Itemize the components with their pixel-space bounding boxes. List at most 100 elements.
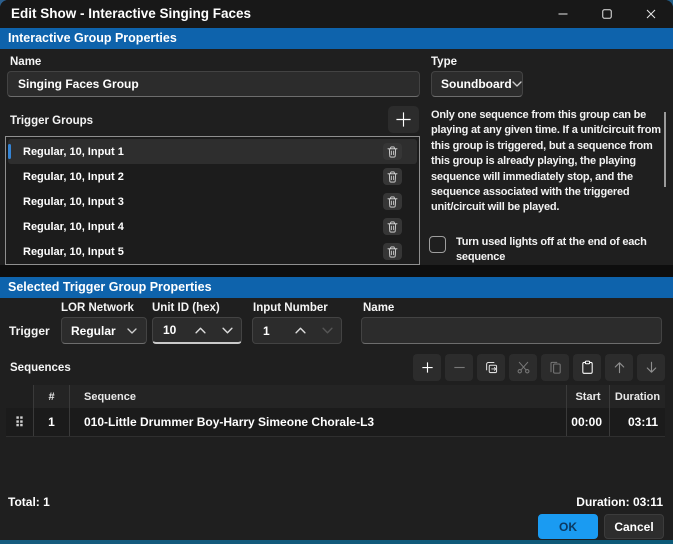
scrollbar-thumb[interactable] [664, 112, 666, 187]
add-sequence-button[interactable] [413, 354, 441, 381]
lor-network-value: Regular [71, 323, 116, 338]
plus-icon [395, 111, 412, 128]
section-header-text: Selected Trigger Group Properties [8, 280, 212, 294]
close-button[interactable] [629, 0, 673, 28]
sequences-toolbar [413, 354, 665, 381]
add-trigger-group-button[interactable] [388, 106, 419, 133]
sequence-column-header: Sequence [70, 385, 567, 408]
copy-icon [548, 360, 563, 375]
delete-trigger-group-button[interactable] [383, 218, 402, 235]
group-info-text: Only one sequence from this group can be… [431, 109, 661, 214]
trigger-row-label: Trigger [9, 324, 50, 338]
lights-off-checkbox[interactable] [429, 236, 446, 253]
sequence-duration-cell: 03:11 [627, 415, 658, 429]
arrow-up-icon [612, 360, 627, 375]
trigger-group-item[interactable]: Regular, 10, Input 5 [8, 239, 417, 264]
number-column-header: # [34, 385, 70, 408]
input-number-value[interactable]: 1 [253, 324, 287, 338]
scissors-icon [516, 360, 531, 375]
trash-icon [387, 196, 398, 208]
group-name-input[interactable] [7, 71, 420, 97]
total-duration: Duration: 03:11 [576, 495, 663, 509]
delete-trigger-group-button[interactable] [383, 168, 402, 185]
selected-trigger-group-header: Selected Trigger Group Properties [0, 277, 673, 298]
trash-icon [387, 221, 398, 233]
unit-id-increment-button[interactable] [187, 318, 214, 342]
move-up-button[interactable] [605, 354, 633, 381]
edit-show-dialog: Edit Show - Interactive Singing Faces In… [0, 0, 673, 540]
drag-handle[interactable]: ⠿ [6, 408, 34, 436]
unit-id-decrement-button[interactable] [214, 318, 241, 342]
lor-network-label: LOR Network [61, 302, 134, 314]
cut-button[interactable] [509, 354, 537, 381]
duration-column-header: Duration [614, 390, 661, 403]
chevron-down-icon [127, 327, 137, 334]
maximize-icon [602, 9, 612, 19]
plus-icon [420, 360, 435, 375]
sequence-number-cell: 1 [34, 408, 70, 436]
section-divider [0, 265, 673, 277]
type-value: Soundboard [441, 77, 512, 91]
chevron-up-icon [295, 327, 306, 334]
trigger-group-label: Regular, 10, Input 4 [23, 220, 124, 233]
trigger-group-item[interactable]: Regular, 10, Input 2 [8, 164, 417, 189]
trigger-groups-list: Regular, 10, Input 1 Regular, 10, Input … [5, 136, 420, 265]
minimize-icon [558, 9, 568, 19]
trigger-group-label: Regular, 10, Input 3 [23, 195, 124, 208]
trigger-group-label: Regular, 10, Input 2 [23, 170, 124, 183]
group-name-label: Name [10, 56, 42, 68]
type-label: Type [431, 56, 457, 68]
lights-off-checkbox-label[interactable]: Turn used lights off at the end of each … [456, 235, 668, 266]
minus-icon [452, 360, 467, 375]
interactive-group-properties-header: Interactive Group Properties [0, 28, 673, 49]
cancel-button-label: Cancel [614, 519, 654, 534]
copy-button[interactable] [541, 354, 569, 381]
unit-id-spinner: 10 [152, 317, 242, 344]
trigger-group-label: Regular, 10, Input 1 [23, 145, 124, 158]
duplicate-sequence-button[interactable] [477, 354, 505, 381]
trigger-group-item[interactable]: Regular, 10, Input 4 [8, 214, 417, 239]
trash-icon [387, 246, 398, 258]
window-controls [541, 0, 673, 28]
drag-handle-icon: ⠿ [14, 414, 25, 430]
delete-trigger-group-button[interactable] [383, 193, 402, 210]
start-column-header: Start [567, 385, 610, 408]
move-down-button[interactable] [637, 354, 665, 381]
paste-button[interactable] [573, 354, 601, 381]
type-dropdown[interactable]: Soundboard [431, 71, 523, 97]
sequence-row[interactable]: ⠿ 1 010-Little Drummer Boy-Harry Simeone… [6, 408, 665, 437]
trigger-name-input[interactable] [361, 317, 662, 344]
sequence-start-cell: 00:00 [567, 408, 610, 436]
delete-trigger-group-button[interactable] [383, 243, 402, 260]
minimize-button[interactable] [541, 0, 585, 28]
delete-trigger-group-button[interactable] [383, 143, 402, 160]
section-header-text: Interactive Group Properties [8, 31, 177, 45]
table-header: # Sequence Start Duration [6, 385, 665, 408]
trigger-name-label: Name [363, 302, 395, 314]
duplicate-icon [484, 360, 499, 375]
unit-id-value[interactable]: 10 [153, 323, 187, 337]
sequence-name-cell: 010-Little Drummer Boy-Harry Simeone Cho… [70, 408, 567, 436]
trash-icon [387, 146, 398, 158]
input-number-spinner: 1 [252, 317, 342, 344]
maximize-button[interactable] [585, 0, 629, 28]
ok-button[interactable]: OK [538, 514, 598, 539]
input-number-label: Input Number [253, 302, 328, 314]
trigger-groups-label: Trigger Groups [10, 115, 94, 127]
trigger-group-item[interactable]: Regular, 10, Input 3 [8, 189, 417, 214]
trigger-group-label: Regular, 10, Input 5 [23, 245, 124, 258]
sequences-table: # Sequence Start Duration ⠿ 1 010-Little… [6, 385, 665, 437]
lor-network-dropdown[interactable]: Regular [61, 317, 147, 344]
titlebar: Edit Show - Interactive Singing Faces [0, 0, 673, 28]
trash-icon [387, 171, 398, 183]
input-number-decrement-button[interactable] [314, 318, 341, 343]
paste-icon [580, 360, 595, 375]
window-title: Edit Show - Interactive Singing Faces [11, 6, 252, 21]
trigger-group-item[interactable]: Regular, 10, Input 1 [8, 139, 417, 164]
cancel-button[interactable]: Cancel [604, 514, 664, 539]
input-number-increment-button[interactable] [287, 318, 314, 343]
total-count: Total: 1 [8, 495, 50, 509]
unit-id-label: Unit ID (hex) [152, 302, 220, 314]
remove-sequence-button[interactable] [445, 354, 473, 381]
chevron-down-icon [322, 327, 333, 334]
